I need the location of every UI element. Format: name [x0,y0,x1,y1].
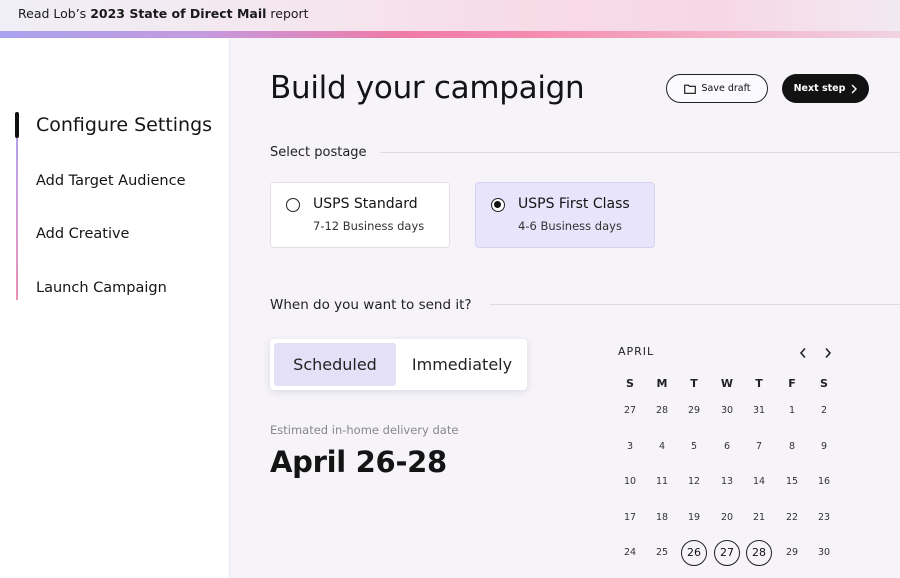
calendar-day[interactable]: 30 [713,401,741,421]
calendar-day[interactable]: 3 [616,437,644,457]
estimate-label: Estimated in-home delivery date [270,423,459,437]
send-section-label: When do you want to send it? [270,297,472,313]
radio-first-class[interactable] [491,198,505,212]
step-sidebar: Configure Settings Add Target Audience A… [0,38,230,578]
postage-standard-subtitle: 7-12 Business days [313,219,425,233]
calendar-day-highlighted[interactable]: 26 [681,540,707,566]
calendar-weekday: S [820,377,828,390]
postage-option-first-class[interactable]: USPS First Class 4-6 Business days [475,182,655,248]
calendar-day[interactable]: 6 [713,437,741,457]
banner-highlight: 2023 State of Direct Mail [90,6,267,21]
calendar-day[interactable]: 4 [648,437,676,457]
calendar-day[interactable]: 14 [745,472,773,492]
radio-standard[interactable] [286,198,300,212]
calendar-day[interactable]: 15 [778,472,806,492]
step-configure-settings[interactable]: Configure Settings [36,114,212,136]
calendar-day[interactable]: 10 [616,472,644,492]
calendar-day[interactable]: 27 [616,401,644,421]
calendar-next-button[interactable] [824,343,832,363]
calendar-weekday: S [626,377,634,390]
immediately-option[interactable]: Immediately [402,343,522,386]
banner-gradient-bar [0,31,900,38]
next-step-label: Next step [793,83,846,94]
estimate-value: April 26-28 [270,445,447,479]
calendar-day-highlighted[interactable]: 27 [714,540,740,566]
calendar-prev-button[interactable] [799,343,807,363]
postage-option-standard[interactable]: USPS Standard 7-12 Business days [270,182,450,248]
calendar-day-highlighted[interactable]: 28 [746,540,772,566]
calendar-month: APRIL [618,345,655,358]
step-add-creative[interactable]: Add Creative [36,226,129,242]
calendar-day[interactable]: 29 [680,401,708,421]
chevron-right-icon [825,347,832,359]
send-divider [490,304,900,305]
calendar-day[interactable]: 17 [616,508,644,528]
calendar-weekday: T [690,377,698,390]
calendar-day[interactable]: 12 [680,472,708,492]
calendar-day[interactable]: 1 [778,401,806,421]
postage-first-class-subtitle: 4-6 Business days [518,219,622,233]
chevron-left-icon [799,347,806,359]
calendar-day[interactable]: 9 [810,437,838,457]
calendar-weekday: F [788,377,796,390]
calendar-weekday: M [656,377,668,390]
calendar-day[interactable]: 5 [680,437,708,457]
calendar-day[interactable]: 2 [810,401,838,421]
postage-divider [380,152,900,153]
save-draft-button[interactable]: Save draft [666,74,768,103]
calendar-day[interactable]: 18 [648,508,676,528]
step-add-target-audience[interactable]: Add Target Audience [36,173,186,189]
calendar-day[interactable]: 28 [648,401,676,421]
scheduled-option[interactable]: Scheduled [274,343,396,386]
page-title: Build your campaign [270,70,585,106]
calendar-day[interactable]: 23 [810,508,838,528]
banner-prefix: Read Lob’s [18,6,87,21]
calendar-day[interactable]: 7 [745,437,773,457]
calendar-day[interactable]: 29 [778,543,806,563]
calendar-day[interactable]: 22 [778,508,806,528]
progress-current-marker [15,112,19,138]
calendar-weekday: W [720,377,734,390]
calendar-day[interactable]: 8 [778,437,806,457]
send-timing-toggle: Scheduled Immediately [270,339,527,390]
folder-icon [683,84,696,94]
banner-text[interactable]: Read Lob’s 2023 State of Direct Mail rep… [18,6,309,21]
save-draft-label: Save draft [701,83,751,94]
postage-standard-title: USPS Standard [313,196,418,212]
calendar-day[interactable]: 25 [648,543,676,563]
calendar-day[interactable]: 20 [713,508,741,528]
promo-banner[interactable]: Read Lob’s 2023 State of Direct Mail rep… [0,0,900,32]
calendar-day[interactable]: 16 [810,472,838,492]
calendar-day[interactable]: 19 [680,508,708,528]
calendar-day[interactable]: 11 [648,472,676,492]
next-step-button[interactable]: Next step [782,74,869,103]
progress-line [16,112,18,300]
calendar-day[interactable]: 31 [745,401,773,421]
chevron-right-icon [851,84,858,93]
calendar-day[interactable]: 30 [810,543,838,563]
calendar-day[interactable]: 24 [616,543,644,563]
postage-section-label: Select postage [270,145,367,160]
calendar-day[interactable]: 21 [745,508,773,528]
postage-first-class-title: USPS First Class [518,196,630,212]
calendar-day[interactable]: 13 [713,472,741,492]
banner-suffix: report [270,6,309,21]
step-launch-campaign[interactable]: Launch Campaign [36,280,167,296]
calendar-weekday: T [755,377,763,390]
